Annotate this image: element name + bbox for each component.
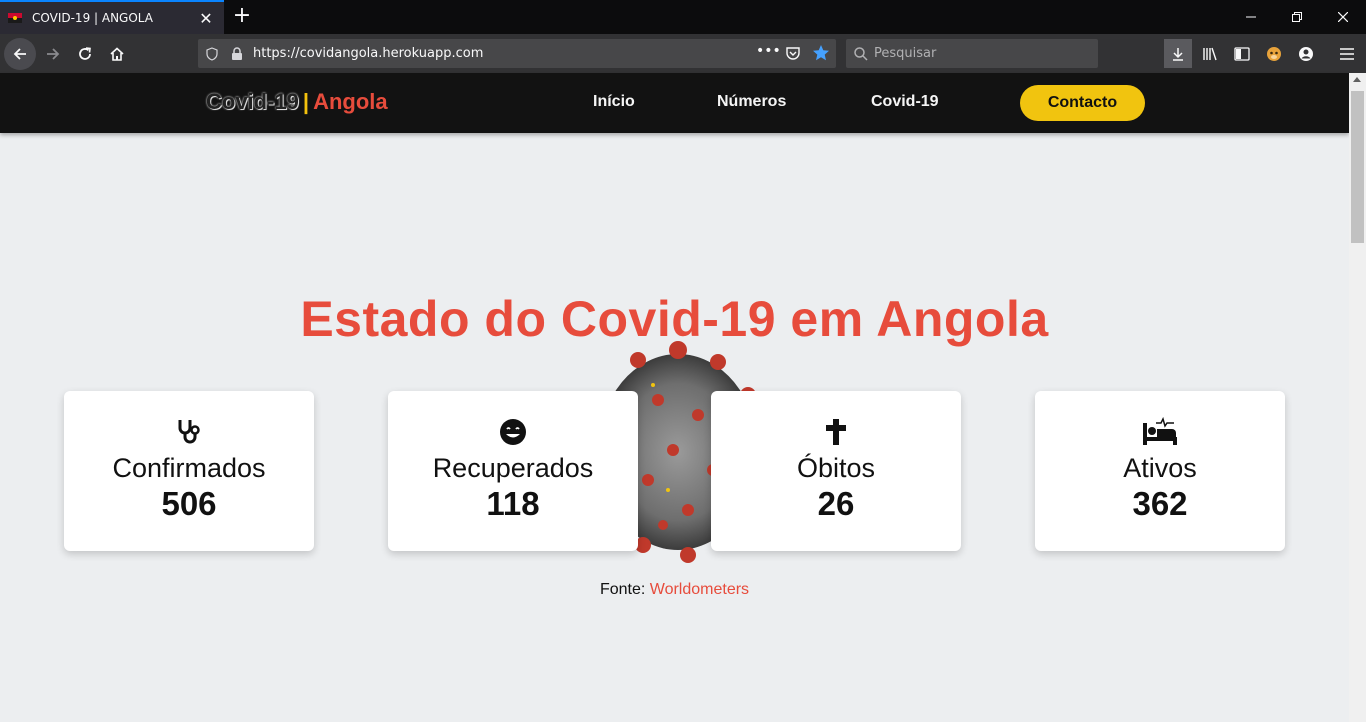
sidebar-icon [1234, 46, 1250, 61]
new-tab-button[interactable]: + [230, 4, 254, 28]
search-icon [854, 46, 868, 61]
hamburger-icon [1340, 47, 1354, 60]
bed-icon [1143, 417, 1177, 445]
stat-card-obitos: Óbitos 26 [711, 391, 961, 551]
brand-covid: Covid-19 [206, 89, 299, 114]
account-icon [1299, 46, 1313, 61]
card-label: Confirmados [112, 453, 266, 483]
page-scrollbar[interactable] [1349, 73, 1366, 722]
source-credit: Fonte: Worldometers [0, 581, 1349, 599]
nav-inicio[interactable]: Início [593, 93, 635, 111]
stat-card-confirmados: Confirmados 506 [64, 391, 314, 551]
back-button[interactable] [4, 38, 36, 70]
card-label: Recuperados [432, 453, 594, 483]
bookmark-star-icon[interactable] [812, 44, 830, 62]
forward-button[interactable] [37, 38, 69, 70]
monkey-extension-icon [1267, 46, 1281, 61]
arrow-left-icon [13, 48, 26, 60]
source-prefix: Fonte: [599, 581, 646, 598]
extension-button[interactable] [1260, 39, 1288, 68]
library-icon [1203, 47, 1217, 60]
brand-separator: | [302, 89, 310, 114]
close-tab-icon[interactable]: ✕ [196, 9, 216, 28]
reload-icon [79, 47, 91, 60]
angola-flag-icon [8, 13, 22, 23]
brand-logo[interactable]: Covid-19 | Angola [206, 89, 388, 115]
library-button[interactable] [1196, 39, 1224, 68]
card-value: 26 [817, 485, 855, 522]
tab-title: COVID-19 | ANGOLA [32, 11, 153, 25]
nav-covid19[interactable]: Covid-19 [871, 93, 939, 111]
downloads-button[interactable] [1164, 39, 1192, 68]
card-value: 362 [1132, 485, 1188, 522]
pocket-icon[interactable] [785, 45, 801, 61]
card-value: 118 [486, 485, 540, 522]
scroll-thumb[interactable] [1351, 91, 1364, 243]
reload-button[interactable] [69, 38, 101, 70]
scroll-up-arrow[interactable] [1353, 77, 1361, 82]
search-bar[interactable] [846, 39, 1098, 68]
browser-tab[interactable]: COVID-19 | ANGOLA ✕ [0, 0, 224, 34]
stat-card-ativos: Ativos 362 [1035, 391, 1285, 551]
minimize-button[interactable] [1228, 0, 1274, 34]
stat-card-recuperados: Recuperados 118 [388, 391, 638, 551]
source-link[interactable]: Worldometers [650, 581, 749, 598]
lock-icon[interactable] [231, 46, 243, 61]
page-actions-icon[interactable]: ••• [756, 43, 781, 59]
menu-button[interactable] [1333, 39, 1361, 68]
smile-icon [500, 419, 526, 445]
arrow-right-icon [47, 48, 60, 60]
download-icon [1173, 47, 1183, 61]
home-button[interactable] [101, 38, 133, 70]
home-icon [110, 47, 124, 61]
stethoscope-icon [178, 420, 200, 444]
url-bar[interactable]: https://covidangola.herokuapp.com ••• [198, 39, 836, 68]
search-input[interactable] [874, 46, 1084, 61]
url-text: https://covidangola.herokuapp.com [253, 46, 484, 61]
site-header: Covid-19 | Angola Início Números Covid-19 … [0, 73, 1349, 133]
tab-bar: COVID-19 | ANGOLA ✕ + [0, 0, 1366, 34]
sidebar-button[interactable] [1228, 39, 1256, 68]
cross-icon [826, 419, 846, 445]
card-label: Óbitos [796, 453, 876, 483]
card-label: Ativos [1123, 453, 1197, 483]
restore-button[interactable] [1274, 0, 1320, 34]
contact-button[interactable]: Contacto [1020, 85, 1145, 121]
brand-angola: Angola [313, 89, 388, 114]
account-button[interactable] [1292, 39, 1320, 68]
nav-numeros[interactable]: Números [717, 93, 786, 111]
card-value: 506 [161, 485, 217, 522]
close-window-button[interactable] [1320, 0, 1366, 34]
shield-icon[interactable] [205, 46, 219, 61]
